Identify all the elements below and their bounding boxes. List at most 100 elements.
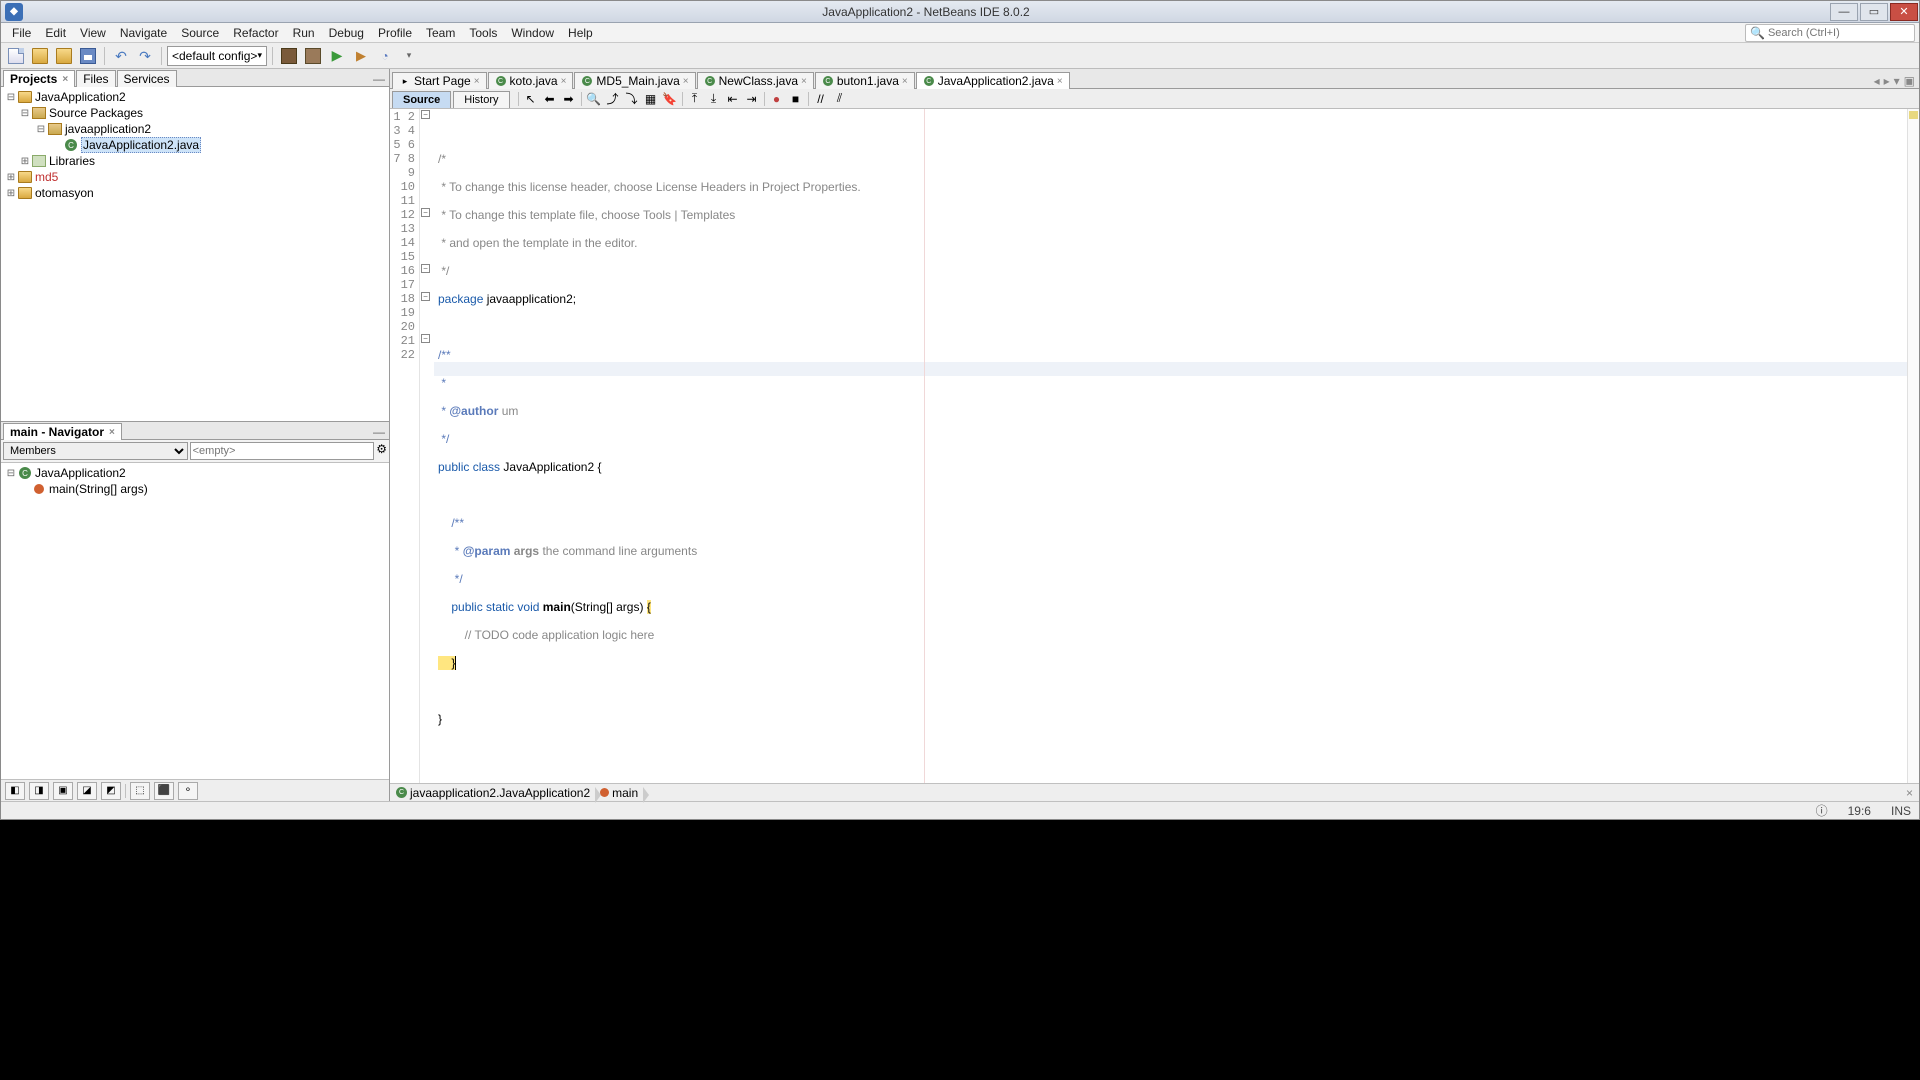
clean-build-button[interactable] [302, 45, 324, 67]
minimize-panel-icon[interactable]: — [373, 425, 385, 439]
close-button[interactable]: ✕ [1890, 3, 1918, 21]
new-project-button[interactable] [29, 45, 51, 67]
expand-icon[interactable]: ⊟ [5, 468, 17, 479]
expand-icon[interactable]: ⊟ [19, 108, 31, 119]
maximize-editor-icon[interactable]: ▣ [1904, 74, 1915, 88]
prev-bookmark-button[interactable]: ⤒ [686, 91, 704, 107]
search-input[interactable] [1768, 27, 1910, 39]
undo-button[interactable]: ↶ [110, 45, 132, 67]
code-area[interactable]: /* * To change this license header, choo… [434, 109, 1907, 783]
shift-right-button[interactable]: ⇥ [743, 91, 761, 107]
scroll-left-icon[interactable]: ◂ [1874, 74, 1880, 88]
breadcrumb-method[interactable]: main [598, 786, 644, 800]
find-prev-button[interactable]: ⤴ [604, 91, 622, 107]
code-editor[interactable]: 1 2 3 4 5 6 7 8 9 10 11 12 13 14 15 16 1… [390, 109, 1919, 783]
uncomment-button[interactable]: ⫽ [831, 91, 849, 107]
menu-file[interactable]: File [5, 25, 38, 41]
quick-search[interactable]: 🔍 [1745, 24, 1915, 42]
nav-filter-5[interactable]: ◩ [101, 782, 121, 800]
breadcrumb-class[interactable]: Cjavaapplication2.JavaApplication2 [394, 786, 596, 800]
menu-help[interactable]: Help [561, 25, 600, 41]
navigator-filter-button[interactable]: ⚙ [376, 442, 387, 460]
error-stripe[interactable] [1907, 109, 1919, 783]
menu-navigate[interactable]: Navigate [113, 25, 174, 41]
subtab-source[interactable]: Source [392, 91, 451, 108]
project-node[interactable]: JavaApplication2 [35, 90, 126, 104]
close-icon[interactable]: × [62, 74, 68, 85]
expand-icon[interactable]: ⊟ [35, 124, 47, 135]
nav-filter-3[interactable]: ▣ [53, 782, 73, 800]
last-edit-button[interactable]: ↖ [522, 91, 540, 107]
tab-md5main[interactable]: CMD5_Main.java× [574, 72, 695, 89]
minimize-panel-icon[interactable]: — [373, 72, 385, 86]
minimize-button[interactable]: — [1830, 3, 1858, 21]
tab-projects[interactable]: Projects× [3, 70, 75, 87]
tab-koto[interactable]: Ckoto.java× [488, 72, 574, 89]
tab-list-icon[interactable]: ▾ [1894, 74, 1900, 88]
close-icon[interactable]: × [683, 76, 689, 87]
nav-filter-7[interactable]: ⬛ [154, 782, 174, 800]
tab-javaapplication2[interactable]: CJavaApplication2.java× [916, 72, 1070, 89]
toggle-highlight-button[interactable]: ▦ [642, 91, 660, 107]
tab-files[interactable]: Files [76, 70, 115, 87]
config-combo[interactable]: <default config>▾ [167, 46, 267, 66]
menu-tools[interactable]: Tools [462, 25, 504, 41]
menu-run[interactable]: Run [286, 25, 322, 41]
package-node[interactable]: javaapplication2 [65, 122, 151, 136]
source-packages-node[interactable]: Source Packages [49, 106, 143, 120]
stop-macro-button[interactable]: ■ [787, 91, 805, 107]
tab-navigator[interactable]: main - Navigator× [3, 423, 122, 440]
comment-button[interactable]: // [812, 91, 830, 107]
expand-icon[interactable]: ⊟ [5, 92, 17, 103]
subtab-history[interactable]: History [453, 91, 509, 108]
tab-newclass[interactable]: CNewClass.java× [697, 72, 814, 89]
back-button[interactable]: ⬅ [541, 91, 559, 107]
toggle-bookmark-button[interactable]: 🔖 [661, 91, 679, 107]
tab-start-page[interactable]: ▸Start Page× [392, 72, 487, 89]
fold-gutter[interactable]: − − − − − [420, 109, 434, 783]
tab-services[interactable]: Services [117, 70, 177, 87]
nav-filter-1[interactable]: ◧ [5, 782, 25, 800]
navigator-method[interactable]: main(String[] args) [49, 482, 148, 496]
start-macro-button[interactable]: ● [768, 91, 786, 107]
debug-button[interactable]: ▶ [350, 45, 372, 67]
maximize-button[interactable]: ▭ [1860, 3, 1888, 21]
build-button[interactable] [278, 45, 300, 67]
find-next-button[interactable]: ⤵ [623, 91, 641, 107]
warning-marker[interactable] [1909, 111, 1918, 119]
projects-tree[interactable]: ⊟JavaApplication2 ⊟Source Packages ⊟java… [1, 87, 389, 421]
navigator-filter-input[interactable] [190, 442, 375, 460]
run-button[interactable]: ▶ [326, 45, 348, 67]
tab-buton1[interactable]: Cbuton1.java× [815, 72, 915, 89]
navigator-view-combo[interactable]: Members [3, 442, 188, 460]
menu-edit[interactable]: Edit [38, 25, 73, 41]
close-icon[interactable]: × [109, 427, 115, 438]
menu-profile[interactable]: Profile [371, 25, 419, 41]
close-icon[interactable]: × [902, 76, 908, 87]
nav-filter-8[interactable]: ⚬ [178, 782, 198, 800]
menu-source[interactable]: Source [174, 25, 226, 41]
nav-filter-4[interactable]: ◪ [77, 782, 97, 800]
redo-button[interactable]: ↷ [134, 45, 156, 67]
find-selection-button[interactable]: 🔍 [585, 91, 603, 107]
menu-debug[interactable]: Debug [322, 25, 371, 41]
new-file-button[interactable] [5, 45, 27, 67]
menu-refactor[interactable]: Refactor [226, 25, 285, 41]
menu-team[interactable]: Team [419, 25, 462, 41]
project-node-md5[interactable]: md5 [35, 170, 58, 184]
expand-icon[interactable]: ⊞ [5, 172, 17, 183]
close-icon[interactable]: × [1906, 786, 1913, 800]
profile-button[interactable]: ◔ [374, 45, 396, 67]
close-icon[interactable]: × [1057, 76, 1063, 87]
close-icon[interactable]: × [561, 76, 567, 87]
java-file-node[interactable]: JavaApplication2.java [81, 137, 201, 153]
expand-icon[interactable]: ⊞ [5, 188, 17, 199]
expand-icon[interactable]: ⊞ [19, 156, 31, 167]
notifications-icon[interactable]: ⓘ [1816, 802, 1828, 819]
close-icon[interactable]: × [474, 76, 480, 87]
libraries-node[interactable]: Libraries [49, 154, 95, 168]
navigator-tree[interactable]: ⊟CJavaApplication2 main(String[] args) [1, 463, 389, 779]
next-bookmark-button[interactable]: ⤓ [705, 91, 723, 107]
nav-filter-2[interactable]: ◨ [29, 782, 49, 800]
project-node-otomasyon[interactable]: otomasyon [35, 186, 94, 200]
